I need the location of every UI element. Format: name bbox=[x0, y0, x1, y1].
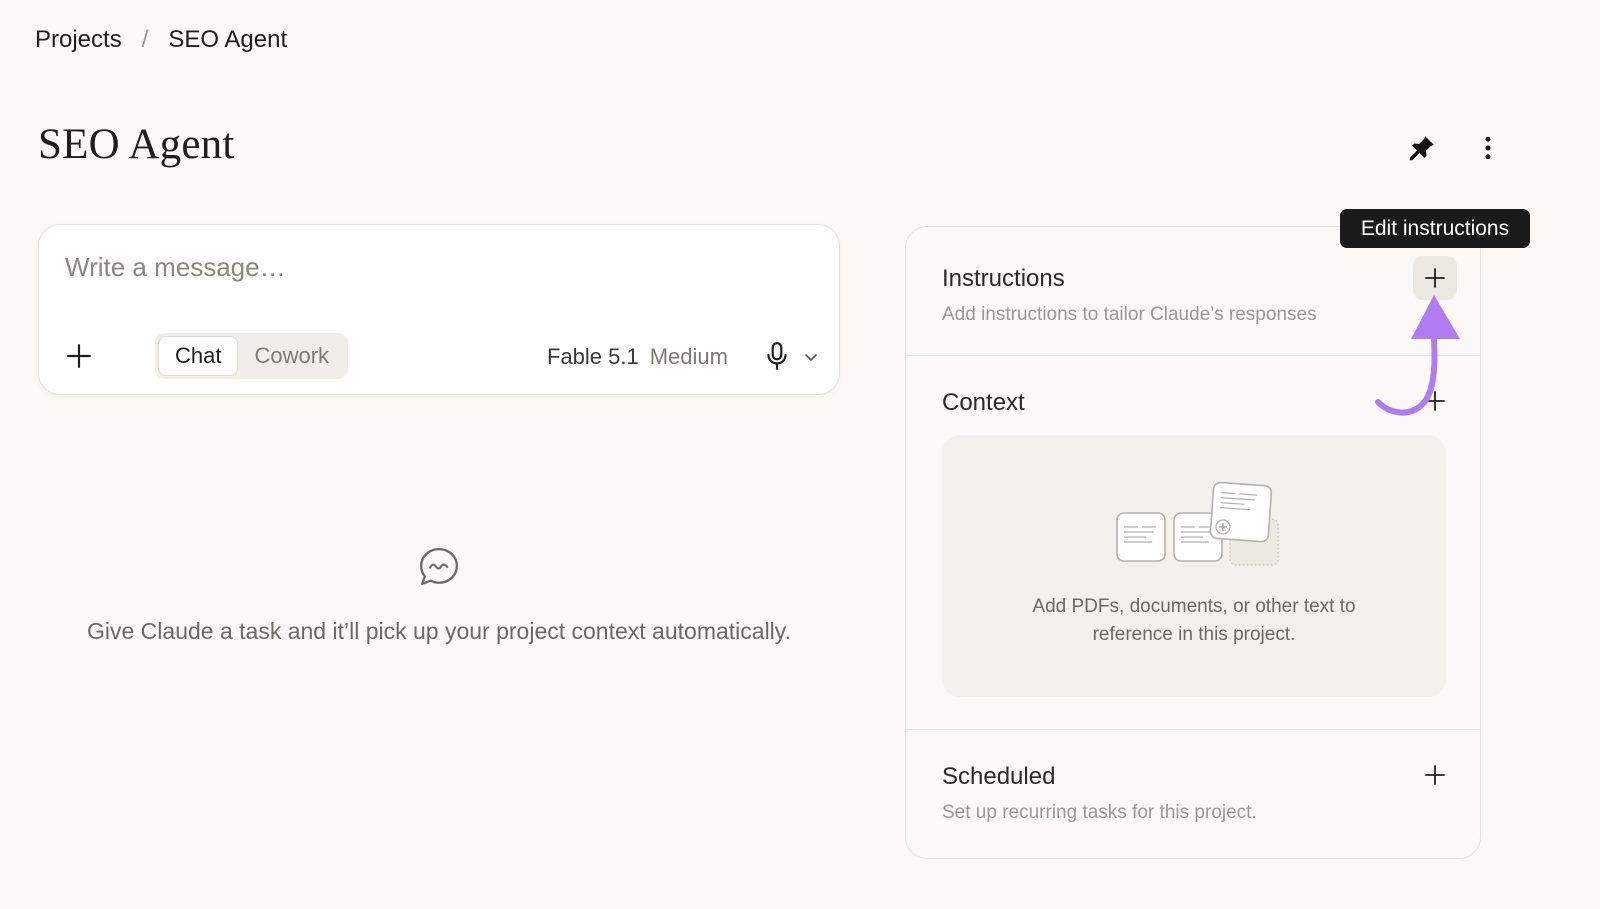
scheduled-section: Scheduled Set up recurring tasks for thi… bbox=[906, 730, 1480, 858]
chevron-down-icon bbox=[805, 354, 817, 361]
message-composer: Chat Cowork Fable 5.1 Medium bbox=[38, 224, 840, 395]
edit-instructions-tooltip: Edit instructions bbox=[1340, 209, 1530, 248]
pin-icon bbox=[1409, 136, 1434, 161]
voice-input-button[interactable] bbox=[761, 339, 793, 373]
add-attachment-button[interactable] bbox=[61, 338, 97, 374]
model-selector[interactable]: Fable 5.1 Medium bbox=[547, 341, 728, 373]
breadcrumb: Projects / SEO Agent bbox=[35, 26, 287, 54]
add-scheduled-task-button[interactable] bbox=[1413, 753, 1457, 797]
mode-cowork-tab[interactable]: Cowork bbox=[238, 336, 345, 376]
context-drop-text-line2: reference in this project. bbox=[1092, 624, 1296, 645]
context-drop-text-line1: Add PDFs, documents, or other text to bbox=[1032, 596, 1356, 617]
curved-arrow-annotation-icon bbox=[1375, 295, 1460, 416]
model-effort-level: Medium bbox=[649, 344, 728, 369]
page-title: SEO Agent bbox=[38, 121, 235, 168]
documents-illustration-icon bbox=[1116, 481, 1279, 566]
more-options-button[interactable] bbox=[1468, 128, 1508, 168]
message-input[interactable] bbox=[65, 247, 805, 287]
plus-icon bbox=[1425, 268, 1445, 288]
microphone-icon bbox=[767, 342, 787, 370]
scheduled-title: Scheduled bbox=[942, 763, 1056, 790]
empty-state: Give Claude a task and it’ll pick up you… bbox=[38, 546, 840, 645]
breadcrumb-projects-link[interactable]: Projects bbox=[35, 26, 122, 54]
header-actions bbox=[1402, 128, 1508, 168]
context-drop-zone[interactable]: Add PDFs, documents, or other text to re… bbox=[942, 435, 1446, 697]
instructions-title: Instructions bbox=[942, 265, 1065, 292]
breadcrumb-current: SEO Agent bbox=[168, 26, 288, 53]
plus-icon bbox=[67, 344, 91, 368]
plus-icon bbox=[1425, 765, 1445, 785]
pin-button[interactable] bbox=[1402, 128, 1442, 168]
empty-state-message: Give Claude a task and it’ll pick up you… bbox=[87, 618, 791, 644]
mode-chat-tab[interactable]: Chat bbox=[158, 336, 239, 376]
model-name: Fable 5.1 bbox=[547, 344, 639, 369]
voice-options-dropdown[interactable] bbox=[799, 345, 823, 369]
more-vertical-icon bbox=[1485, 136, 1491, 160]
scheduled-subtitle: Set up recurring tasks for this project. bbox=[942, 802, 1257, 823]
context-title: Context bbox=[942, 389, 1025, 416]
breadcrumb-separator: / bbox=[141, 26, 149, 53]
mode-toggle: Chat Cowork bbox=[155, 333, 349, 379]
instructions-subtitle: Add instructions to tailor Claude’s resp… bbox=[942, 304, 1317, 325]
context-drop-text: Add PDFs, documents, or other text to re… bbox=[942, 593, 1446, 649]
chat-bubble-icon bbox=[419, 547, 459, 585]
